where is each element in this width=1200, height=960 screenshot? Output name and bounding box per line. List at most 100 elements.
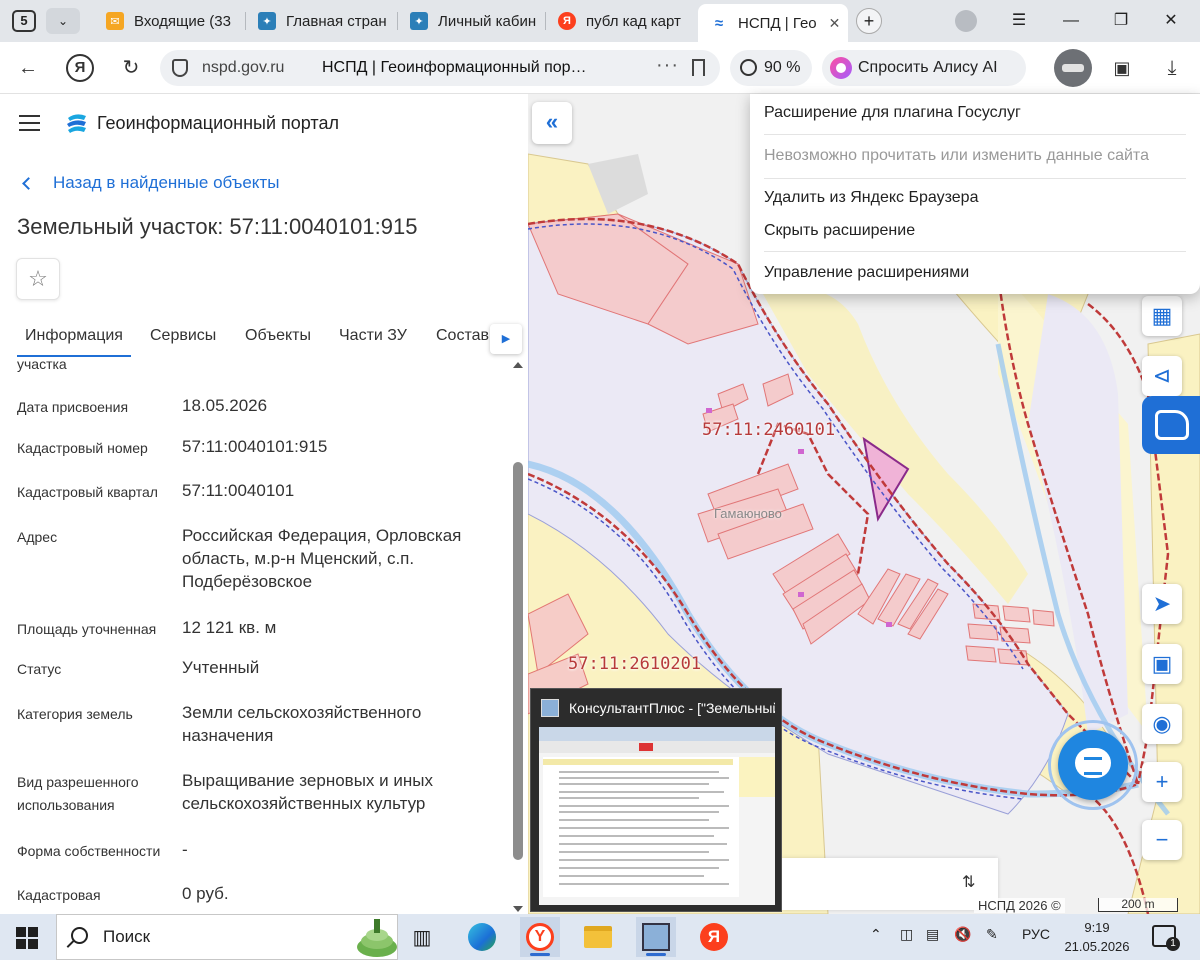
downloads-button[interactable]: ⤓ xyxy=(1158,54,1186,82)
edge-icon xyxy=(468,923,496,951)
mail-icon: ✉ xyxy=(106,12,124,30)
minimize-icon: — xyxy=(1063,12,1079,29)
tray-overflow-icon[interactable]: ⌃ xyxy=(870,926,882,943)
zoom-in-button[interactable]: + xyxy=(1142,762,1182,802)
zoom-level-button[interactable]: 90 % xyxy=(730,50,812,86)
geo-search-button[interactable]: ◉ xyxy=(1142,704,1182,744)
profile-avatar[interactable] xyxy=(955,10,977,32)
bookmark-icon[interactable] xyxy=(692,59,705,76)
prop-label: Форма собственности xyxy=(17,843,161,859)
close-window-button[interactable]: ✕ xyxy=(1156,8,1186,34)
taskbar-consultant-plus[interactable] xyxy=(636,917,676,957)
tab-composition[interactable]: Состав xyxy=(436,327,489,345)
layers-button[interactable]: ▣ xyxy=(1142,644,1182,684)
camera-icon: ▣ xyxy=(1113,58,1131,78)
search-icon xyxy=(71,927,88,944)
tab-services[interactable]: Сервисы xyxy=(150,327,216,345)
tab-counter[interactable]: 5 xyxy=(12,10,36,32)
share-button[interactable]: ⊲ xyxy=(1142,356,1182,396)
collapse-panel-button[interactable]: « xyxy=(532,102,572,144)
reload-button[interactable]: ↻ xyxy=(117,54,145,82)
tray-device-icon[interactable]: ◫ xyxy=(900,926,913,943)
close-icon[interactable]: ✕ xyxy=(829,15,841,32)
close-icon: ✕ xyxy=(1164,12,1178,29)
chevron-updown-icon[interactable]: ⇅ xyxy=(962,872,975,892)
info-tabs: Информация Сервисы Объекты Части ЗУ Сост… xyxy=(0,316,528,357)
my-location-button[interactable]: ➤ xyxy=(1142,584,1182,624)
new-tab-button[interactable]: + xyxy=(856,8,882,34)
back-to-results-link[interactable]: Назад в найденные объекты xyxy=(20,173,279,193)
chevron-right-icon: ▶ xyxy=(501,333,511,345)
url-page-title: НСПД | Геоинформационный пор… xyxy=(322,59,587,76)
tab-mail[interactable]: ✉ Входящие (33 xyxy=(94,4,246,38)
zoom-out-button[interactable]: − xyxy=(1142,820,1182,860)
taskbar-window-preview[interactable]: КонсультантПлюс - ["Земельный кодекс Рос… xyxy=(530,688,782,912)
reload-icon: ↻ xyxy=(122,57,140,79)
prop-label: Площадь уточненная xyxy=(17,621,157,637)
favorite-button[interactable]: ☆ xyxy=(16,258,60,300)
gosuslugi-extension-icon[interactable] xyxy=(1054,49,1092,87)
tab-label: Входящие (33 xyxy=(134,12,231,30)
restore-icon: ❐ xyxy=(1113,12,1129,29)
restore-button[interactable]: ❐ xyxy=(1106,8,1136,34)
map-village-label: Гамаюново xyxy=(714,506,782,521)
taskbar-yandex[interactable]: Я xyxy=(694,917,734,957)
browser-menu-button[interactable]: ☰ xyxy=(1004,8,1034,34)
extension-context-menu: Расширение для плагина Госуслуг Невозмож… xyxy=(750,94,1200,294)
chat-button[interactable] xyxy=(1058,730,1128,800)
yandex-home-button[interactable]: Я xyxy=(66,54,94,82)
back-button[interactable]: ← xyxy=(14,54,42,82)
manage-extensions-item[interactable]: Управление расширениями xyxy=(764,264,969,282)
ask-alice-button[interactable]: Спросить Алису AI xyxy=(822,50,1026,86)
more-dots-icon[interactable]: ··· xyxy=(656,54,679,77)
scroll-thumb[interactable] xyxy=(513,462,523,860)
hide-extension-item[interactable]: Скрыть расширение xyxy=(764,222,915,240)
pen-icon[interactable]: ✎ xyxy=(986,926,998,943)
taskbar-yandex-browser[interactable]: Y xyxy=(520,917,560,957)
notification-center-button[interactable]: 1 xyxy=(1152,925,1180,951)
shield-icon xyxy=(172,59,188,77)
prop-label: Адрес xyxy=(17,529,58,545)
minimize-button[interactable]: — xyxy=(1056,8,1086,34)
task-view-button[interactable]: ▥ xyxy=(402,917,442,957)
notification-count: 1 xyxy=(1166,937,1180,951)
tab-information[interactable]: Информация xyxy=(17,327,131,357)
tab-gosuslugi-main[interactable]: ✦ Главная стран xyxy=(246,4,398,38)
remove-extension-item[interactable]: Удалить из Яндекс Браузера xyxy=(764,189,978,207)
tab-gosuslugi-cabinet[interactable]: ✦ Личный кабин xyxy=(398,4,546,38)
tab-list-dropdown[interactable]: ⌄ xyxy=(46,8,80,34)
taskbar-file-explorer[interactable] xyxy=(578,917,618,957)
url-field[interactable]: nspd.gov.ru НСПД | Геоинформационный пор… xyxy=(160,50,720,86)
gosuslugi-service-button[interactable] xyxy=(1142,396,1200,454)
portal-name[interactable]: Геоинформационный портал xyxy=(97,113,339,134)
yandex-browser-icon: Y xyxy=(526,923,554,951)
language-indicator[interactable]: РУС xyxy=(1022,926,1050,942)
share-icon: ⊲ xyxy=(1152,363,1172,388)
area-search-button[interactable]: ▦ xyxy=(1142,296,1182,336)
tab-objects[interactable]: Объекты xyxy=(245,327,311,345)
tab-parcel-parts[interactable]: Части ЗУ xyxy=(339,327,407,345)
tabs-scroll-right-button[interactable]: ▶ xyxy=(490,324,522,354)
windows-taskbar: Поиск ▥ Y Я ⌃ ◫ ▤ 🔇 ✎ РУС 9:19 21.05.202… xyxy=(0,914,1200,960)
system-clock[interactable]: 9:19 21.05.2026 xyxy=(1060,918,1134,956)
panel-scrollbar[interactable] xyxy=(512,362,524,912)
tray-network-icon[interactable]: ▤ xyxy=(926,926,939,943)
prop-label: Кадастровый номер xyxy=(17,440,148,456)
windows-start-button[interactable] xyxy=(16,927,38,949)
zoom-icon xyxy=(740,59,757,76)
yandex-icon: Я xyxy=(700,923,728,951)
tab-nspd-active[interactable]: ≈ НСПД | Гео ✕ xyxy=(698,4,848,42)
menu-icon[interactable] xyxy=(19,115,40,131)
screenshot-button[interactable]: ▣ xyxy=(1108,54,1136,82)
taskbar-edge[interactable] xyxy=(462,917,502,957)
map-scale: 200 m xyxy=(1098,898,1178,912)
taskbar-search-placeholder: Поиск xyxy=(103,927,151,946)
taskbar-search[interactable]: Поиск xyxy=(56,914,398,960)
clock-date: 21.05.2026 xyxy=(1064,939,1130,954)
scroll-down-icon[interactable] xyxy=(513,906,523,912)
scroll-up-icon[interactable] xyxy=(513,362,523,368)
arrow-left-icon: ← xyxy=(18,57,38,79)
volume-muted-icon[interactable]: 🔇 xyxy=(954,926,971,943)
tab-yandex-search[interactable]: Я публ кад карт xyxy=(546,4,694,38)
back-link-label: Назад в найденные объекты xyxy=(53,173,280,192)
